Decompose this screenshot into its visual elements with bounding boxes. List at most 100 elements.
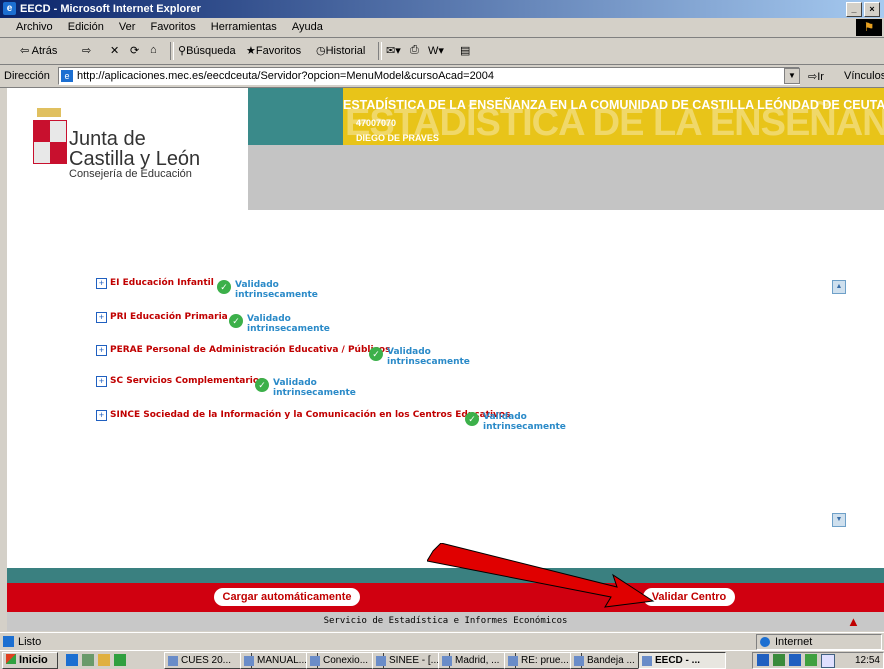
center-name: DIEGO DE PRAVES [356,133,439,143]
mail-icon[interactable]: ✉▾ [386,44,401,57]
expand-icon[interactable]: + [96,345,107,356]
accessibility-icon[interactable]: ▲ [847,614,860,629]
header-banner: ESTADÍSTICA DE LA ENSEÑANZA EN LA COMUNI… [343,88,884,145]
app-icon [310,656,320,666]
app-icon [168,656,178,666]
search-button[interactable]: ⚲Búsqueda [178,44,236,57]
history-button[interactable]: ◷Historial [316,44,365,57]
app-icon [376,656,386,666]
stop-icon[interactable]: ✕ [110,44,119,57]
windows-logo-icon [6,654,16,664]
app-icon [244,656,254,666]
window-title: EECD - Microsoft Internet Explorer [20,3,201,15]
minimize-button[interactable]: _ [846,2,862,17]
home-icon[interactable]: ⌂ [150,44,157,56]
page-content: Junta de Castilla y León Consejería de E… [7,88,884,631]
outlook-icon[interactable] [114,654,126,666]
desktop-icon[interactable] [82,654,94,666]
page-icon [3,636,14,647]
start-button[interactable]: Inicio [2,652,58,669]
section-link[interactable]: PRI Educación Primaria [110,312,228,322]
status-text: Validado intrinsecamente [483,412,566,432]
explorer-icon[interactable] [98,654,110,666]
task-button[interactable]: CUES 20... [164,652,252,669]
header-gray-block [248,145,884,210]
expand-icon[interactable]: + [96,312,107,323]
back-button[interactable]: ⇦ Atrás [20,44,57,57]
go-button[interactable]: ⇨Ir [808,70,824,83]
check-icon: ✓ [229,314,243,328]
scroll-down-icon[interactable]: ▼ [832,513,846,527]
footer-text: Servicio de Estadística e Informes Econó… [323,616,568,626]
zone-label: Internet [775,636,813,648]
mail-icon[interactable] [821,654,835,668]
address-label: Dirección [4,70,50,82]
chevron-down-icon[interactable]: ▼ [784,68,800,84]
favorites-button[interactable]: ★Favoritos [246,44,301,57]
tray-icon[interactable] [773,654,785,666]
search-icon: ⚲ [178,45,187,57]
status-text: Validado intrinsecamente [387,347,470,367]
header-teal-block [248,88,343,145]
start-label: Inicio [19,654,48,666]
page-icon: e [61,70,73,82]
section-link[interactable]: SC Servicios Complementarios [110,376,264,386]
tray-icon[interactable] [805,654,817,666]
toolbar: ⇦ Atrás ⇨ ✕ ⟳ ⌂ ⚲Búsqueda ★Favoritos ◷Hi… [0,38,884,65]
links-button[interactable]: Vínculos [844,70,884,82]
discuss-icon[interactable]: ▤ [460,44,470,57]
status-text: Listo [18,636,42,648]
menu-bar: Archivo Edición Ver Favoritos Herramient… [0,18,884,38]
autoload-button[interactable]: Cargar automáticamente [214,588,360,606]
print-icon[interactable]: ⎙ [410,44,419,57]
header-logo-area: Junta de Castilla y León Consejería de E… [7,88,248,210]
section-link[interactable]: SINCE Sociedad de la Información y la Co… [110,410,510,420]
section-link[interactable]: EI Educación Infantil [110,278,214,288]
scroll-up-icon[interactable]: ▲ [832,280,846,294]
check-icon: ✓ [255,378,269,392]
menu-herramientas[interactable]: Herramientas [205,18,283,33]
network-icon[interactable] [757,654,769,666]
refresh-icon[interactable]: ⟳ [130,44,139,57]
logo-subtitle: Consejería de Educación [69,168,192,180]
check-icon: ✓ [369,347,383,361]
address-input[interactable]: e http://aplicaciones.mec.es/eecdceuta/S… [58,67,800,85]
banner-title: ESTADÍSTICA DE LA ENSEÑANZA EN LA COMUNI… [343,98,884,112]
check-icon: ✓ [465,412,479,426]
check-icon: ✓ [217,280,231,294]
app-icon [442,656,452,666]
expand-icon[interactable]: + [96,278,107,289]
expand-icon[interactable]: + [96,376,107,387]
coat-of-arms-icon [33,120,67,164]
menu-edicion[interactable]: Edición [62,18,110,33]
toolbar-separator [170,42,174,60]
go-arrow-icon: ⇨ [808,71,818,83]
app-icon [574,656,584,666]
menu-favoritos[interactable]: Favoritos [144,18,201,33]
status-text: Validado intrinsecamente [247,314,330,334]
window-title-bar: e EECD - Microsoft Internet Explorer _ × [0,0,884,18]
globe-icon [760,637,770,647]
menu-archivo[interactable]: Archivo [10,18,59,33]
task-button-active[interactable]: EECD - ... [638,652,726,669]
shield-quarter [50,121,66,142]
history-icon: ◷ [316,45,326,57]
status-text: Validado intrinsecamente [273,378,356,398]
status-bar: Listo Internet [0,632,884,650]
history-label: Historial [325,45,366,57]
toolbar-separator [378,42,382,60]
menu-ver[interactable]: Ver [113,18,142,33]
address-url: http://aplicaciones.mec.es/eecdceuta/Ser… [77,70,495,82]
ie-quicklaunch-icon[interactable] [66,654,78,666]
edit-icon[interactable]: W▾ [428,44,444,57]
expand-icon[interactable]: + [96,410,107,421]
close-button[interactable]: × [864,2,880,17]
app-icon [508,656,518,666]
go-label: Ir [817,71,824,83]
section-link[interactable]: PERAE Personal de Administración Educati… [110,345,390,355]
language-icon[interactable] [789,654,801,666]
security-zone: Internet [756,634,882,650]
address-bar: Dirección e http://aplicaciones.mec.es/e… [0,65,884,88]
forward-button[interactable]: ⇨ [82,44,91,57]
menu-ayuda[interactable]: Ayuda [286,18,329,33]
